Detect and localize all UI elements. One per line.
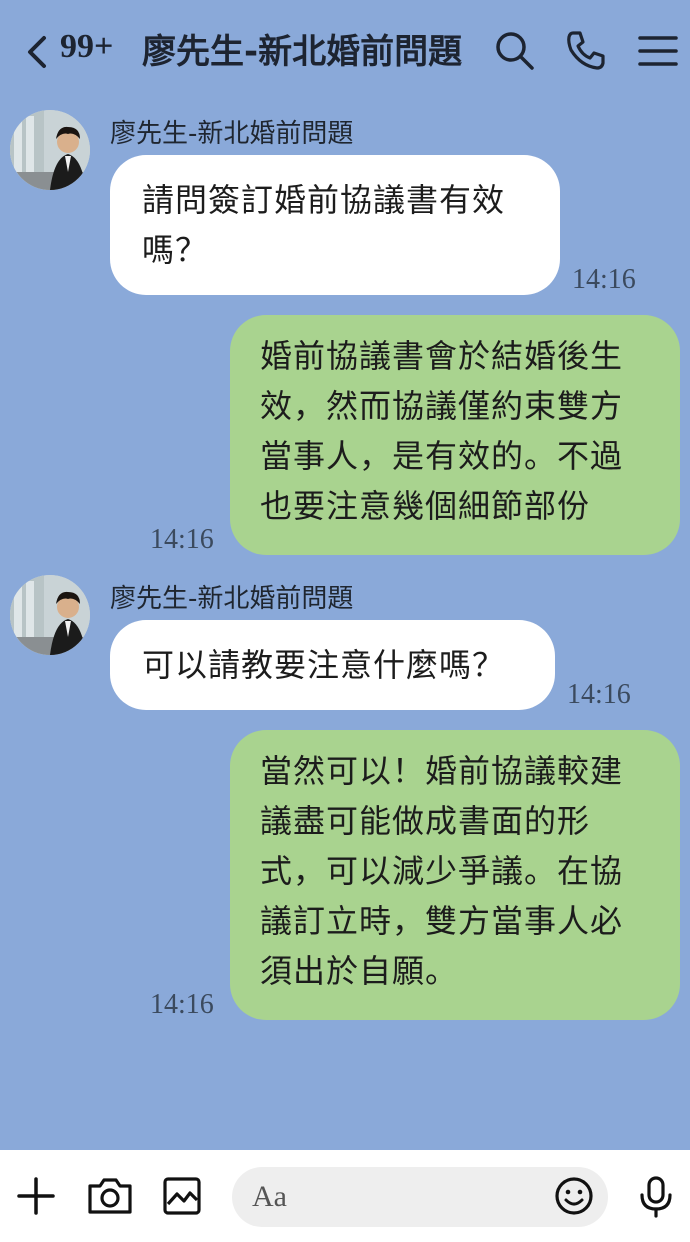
mic-icon[interactable] (634, 1174, 678, 1218)
message-text: 可以請教要注意什麼嗎？ (142, 646, 506, 684)
message-composer (0, 1150, 690, 1242)
camera-icon[interactable] (86, 1174, 132, 1218)
plus-icon[interactable] (14, 1174, 58, 1218)
avatar[interactable] (10, 575, 90, 655)
message-bubble-outgoing[interactable]: 婚前協議書會於結婚後生 效，然而協議僅約束雙方 當事人，是有效的。不過 也要注意… (230, 315, 680, 555)
sender-name: 廖先生-新北婚前問題 (110, 584, 354, 614)
unread-count[interactable]: 99+ (60, 28, 113, 66)
back-icon[interactable] (22, 30, 58, 74)
chat-title: 廖先生-新北婚前問題 (142, 32, 463, 72)
message-bubble-outgoing[interactable]: 當然可以！婚前協議較建 議盡可能做成書面的形 式，可以減少爭議。在協 議訂立時，… (230, 730, 680, 1020)
message-time: 14:16 (150, 524, 214, 555)
message-bubble-incoming[interactable]: 請問簽訂婚前協議書有效 嗎？ (110, 155, 560, 295)
message-time: 14:16 (150, 989, 214, 1020)
search-icon[interactable] (492, 28, 536, 72)
message-text: 婚前協議書會於結婚後生 效，然而協議僅約束雙方 當事人，是有效的。不過 也要注意… (260, 337, 624, 525)
sender-name: 廖先生-新北婚前問題 (110, 119, 354, 149)
message-bubble-incoming[interactable]: 可以請教要注意什麼嗎？ (110, 620, 555, 710)
message-text: 請問簽訂婚前協議書有效 嗎？ (142, 181, 506, 269)
emoji-icon[interactable] (552, 1174, 596, 1218)
menu-icon[interactable] (636, 28, 680, 72)
avatar[interactable] (10, 110, 90, 190)
phone-icon[interactable] (564, 28, 608, 72)
message-time: 14:16 (567, 679, 631, 710)
image-icon[interactable] (160, 1174, 204, 1218)
chat-header: 99+ 廖先生-新北婚前問題 (0, 0, 690, 100)
message-text: 當然可以！婚前協議較建 議盡可能做成書面的形 式，可以減少爭議。在協 議訂立時，… (260, 752, 624, 990)
message-time: 14:16 (572, 264, 636, 295)
